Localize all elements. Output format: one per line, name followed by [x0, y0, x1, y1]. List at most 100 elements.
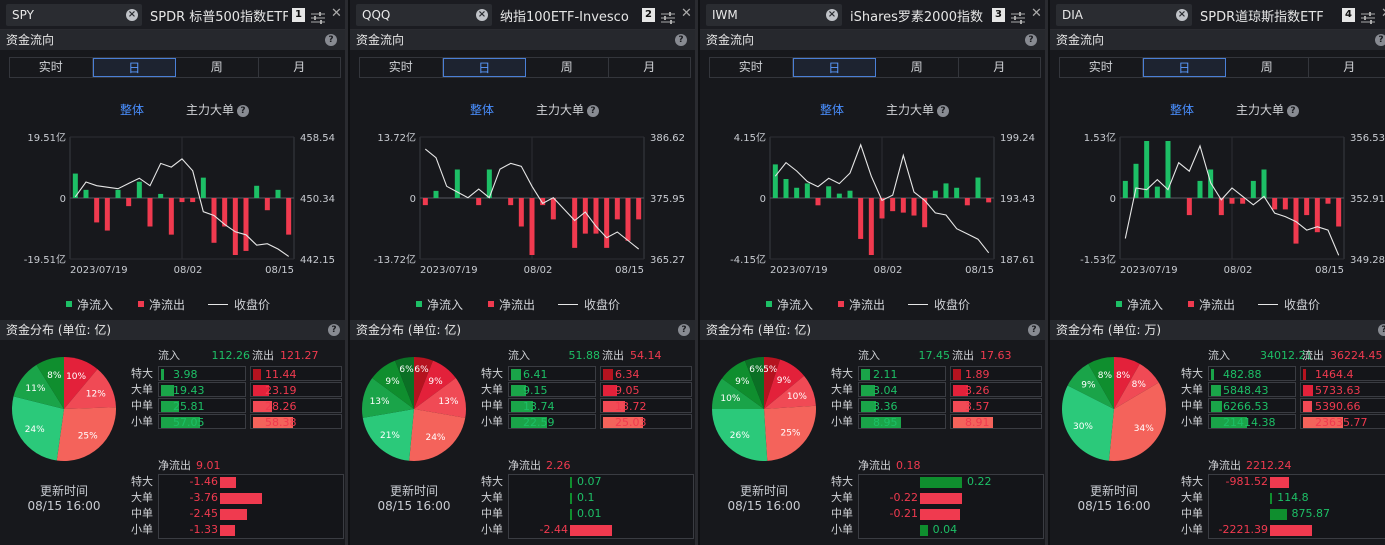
help-icon[interactable]: ? — [1378, 324, 1385, 336]
ticker-input[interactable]: IWM × — [706, 4, 842, 26]
help-icon[interactable]: ? — [325, 34, 337, 46]
net-inflow-bar — [570, 493, 572, 504]
help-icon[interactable]: ? — [328, 324, 340, 336]
subtab-overall[interactable]: 整体 — [1170, 101, 1194, 118]
ticker-input[interactable]: SPY × — [6, 4, 142, 26]
y-right-tick: 193.43 — [1000, 194, 1035, 205]
distribution-row: 中单 6266.53 5390.66 — [1178, 398, 1385, 414]
help-icon[interactable]: ? — [678, 324, 690, 336]
help-icon[interactable]: ? — [1025, 34, 1037, 46]
tab-day[interactable]: 日 — [792, 58, 876, 77]
net-row-value: -1.33 — [189, 523, 218, 536]
net-row-value: -3.76 — [189, 491, 218, 504]
net-row-value: -1.46 — [189, 475, 218, 488]
distribution-pie: 5%9%10%25%26%10%9%6% — [712, 357, 817, 462]
close-icon[interactable]: ✕ — [331, 6, 342, 21]
subtab-main-force[interactable]: 主力大单? — [886, 101, 950, 118]
tab-month[interactable]: 月 — [959, 58, 1041, 77]
tab-week[interactable]: 周 — [876, 58, 959, 77]
subtab-main-force[interactable]: 主力大单? — [1236, 101, 1300, 118]
help-icon[interactable]: ? — [1028, 324, 1040, 336]
inflow-cell: 6266.53 — [1208, 398, 1296, 413]
y-right-tick: 349.28 — [1350, 255, 1385, 266]
tab-month[interactable]: 月 — [609, 58, 691, 77]
row-label: 小单 — [481, 415, 503, 428]
subtab-overall[interactable]: 整体 — [820, 101, 844, 118]
legend-close: 收盘价 — [558, 296, 620, 313]
outflow-value: 3.57 — [965, 400, 990, 413]
help-icon[interactable]: ? — [1287, 105, 1300, 117]
help-icon[interactable]: ? — [237, 105, 250, 117]
row-label: 特大 — [131, 475, 153, 488]
net-label: 净流出 — [858, 459, 891, 472]
close-icon[interactable]: ✕ — [1031, 6, 1042, 21]
section-title: 资金分布 (单位: 亿) — [356, 323, 462, 337]
tab-realtime[interactable]: 实时 — [710, 58, 793, 77]
outflow-bar — [953, 369, 962, 380]
flow-bar — [1272, 198, 1278, 210]
fund-name: 纳指100ETF-Invesco — [500, 10, 629, 25]
subtab-overall[interactable]: 整体 — [470, 101, 494, 118]
settings-sliders-icon[interactable] — [1011, 9, 1025, 24]
outflow-value: 1464.4 — [1315, 368, 1354, 381]
tab-week[interactable]: 周 — [176, 58, 259, 77]
tab-week[interactable]: 周 — [1226, 58, 1309, 77]
ticker-input[interactable]: QQQ × — [356, 4, 492, 26]
row-label: 中单 — [481, 507, 503, 520]
flow-chart: 1.53亿 0 -1.53亿 356.53 352.91 349.28 2023/07/19… — [1080, 131, 1385, 273]
clear-icon[interactable]: × — [826, 9, 838, 21]
col-in-header: 流入 — [1208, 349, 1230, 362]
panel-dia: DIA × SPDR道琼斯指数ETF 4 ✕ 资金流向? 实时日周月整体 主力大单? 1.53亿… — [1050, 0, 1385, 545]
y-right-tick: 442.15 — [300, 255, 335, 266]
clear-icon[interactable]: × — [126, 9, 138, 21]
net-row-value: -2221.39 — [1218, 523, 1268, 536]
close-icon[interactable]: ✕ — [681, 6, 692, 21]
tab-day[interactable]: 日 — [442, 58, 526, 77]
outflow-total: 36224.45 — [1330, 349, 1383, 362]
subtab-main-force[interactable]: 主力大单? — [536, 101, 600, 118]
row-label: 中单 — [1181, 507, 1203, 520]
tab-week[interactable]: 周 — [526, 58, 609, 77]
tab-day[interactable]: 日 — [1142, 58, 1226, 77]
settings-sliders-icon[interactable] — [311, 9, 325, 24]
legend-outflow: 净流出 — [488, 296, 535, 313]
ticker-input[interactable]: DIA × — [1056, 4, 1192, 26]
net-label: 净流出 — [158, 459, 191, 472]
tab-realtime[interactable]: 实时 — [360, 58, 443, 77]
flow-bar — [815, 198, 821, 206]
flow-bar — [190, 198, 196, 203]
section-title: 资金流向 — [6, 33, 55, 47]
legend-swatch — [138, 301, 144, 307]
help-icon[interactable]: ? — [675, 34, 687, 46]
flow-bar — [433, 190, 439, 198]
settings-sliders-icon[interactable] — [661, 9, 675, 24]
clear-icon[interactable]: × — [476, 9, 488, 21]
clear-icon[interactable]: × — [1176, 9, 1188, 21]
flow-bar — [879, 198, 885, 219]
flow-bar — [1250, 180, 1256, 198]
tab-realtime[interactable]: 实时 — [10, 58, 93, 77]
outflow-cell: 3.26 — [950, 382, 1042, 397]
outflow-cell: 1.89 — [950, 366, 1042, 381]
section-title: 资金分布 (单位: 亿) — [6, 323, 112, 337]
settings-sliders-icon[interactable] — [1361, 9, 1375, 24]
flow-bar — [550, 198, 556, 220]
subtab-overall[interactable]: 整体 — [120, 101, 144, 118]
row-label: 大单 — [831, 491, 853, 504]
legend-line — [1258, 304, 1278, 305]
update-label: 更新时间 — [389, 484, 438, 498]
legend-outflow: 净流出 — [838, 296, 885, 313]
close-icon[interactable]: ✕ — [1381, 6, 1385, 21]
tab-day[interactable]: 日 — [92, 58, 176, 77]
row-label: 中单 — [481, 399, 503, 412]
flow-bar — [1122, 180, 1128, 198]
y-right-tick: 458.54 — [300, 133, 335, 144]
flow-bar — [1154, 186, 1160, 198]
help-icon[interactable]: ? — [587, 105, 600, 117]
tab-month[interactable]: 月 — [259, 58, 341, 77]
help-icon[interactable]: ? — [937, 105, 950, 117]
help-icon[interactable]: ? — [1375, 34, 1385, 46]
subtab-main-force[interactable]: 主力大单? — [186, 101, 250, 118]
tab-month[interactable]: 月 — [1309, 58, 1385, 77]
tab-realtime[interactable]: 实时 — [1060, 58, 1143, 77]
